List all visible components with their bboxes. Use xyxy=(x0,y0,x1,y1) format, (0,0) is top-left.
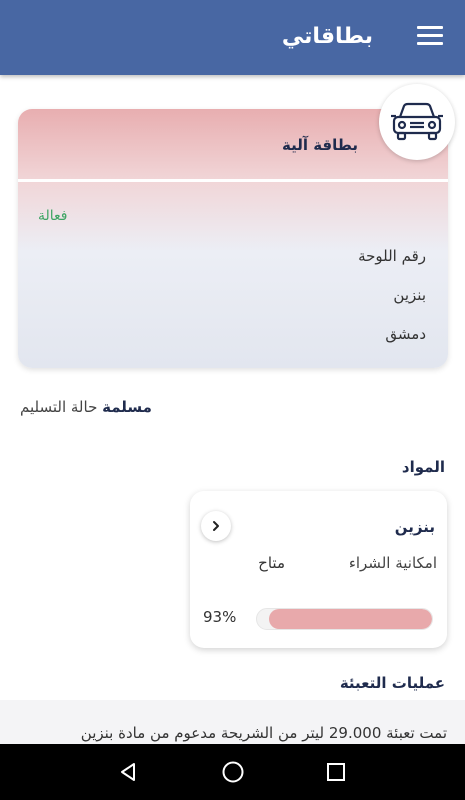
vehicle-card[interactable]: بطاقة آلية فعالة رقم اللوحة بنزين دمشق xyxy=(18,109,448,368)
card-title: بطاقة آلية xyxy=(281,136,358,154)
city: دمشق xyxy=(385,325,426,343)
materials-title: المواد xyxy=(401,458,445,476)
purchase-label: امكانية الشراء xyxy=(348,554,437,572)
material-name: بنزين xyxy=(394,518,435,536)
card-status: فعالة xyxy=(38,208,68,224)
chevron-right-icon[interactable] xyxy=(201,511,231,541)
delivery-status: مسلمة حالة التسليم xyxy=(20,398,160,416)
progress-percent: 93% xyxy=(203,608,237,626)
progress-bar xyxy=(256,608,433,630)
material-card[interactable]: بنزين امكانية الشراء متاح 93% xyxy=(190,491,447,648)
recent-apps-square-icon[interactable] xyxy=(306,744,366,800)
operation-item[interactable]: تمت تعبئة 29.000 ليتر من الشريحة مدعوم م… xyxy=(81,724,447,742)
operations-title: عمليات التعبئة xyxy=(339,674,445,692)
car-icon xyxy=(391,102,443,141)
hamburger-menu-icon[interactable] xyxy=(417,26,443,48)
page-title: بطاقاتي xyxy=(281,24,373,49)
purchase-value: متاح xyxy=(258,554,285,572)
system-nav-bar xyxy=(0,744,465,800)
card-divider xyxy=(18,179,448,182)
operations-list: تمت تعبئة 29.000 ليتر من الشريحة مدعوم م… xyxy=(0,700,465,744)
progress-fill xyxy=(269,609,432,629)
app-bar: بطاقاتي xyxy=(0,0,465,75)
plate-label: رقم اللوحة xyxy=(358,247,426,265)
fuel-type: بنزين xyxy=(393,286,426,304)
home-circle-icon[interactable] xyxy=(203,744,263,800)
car-badge xyxy=(379,84,455,160)
delivery-status-label: حالة التسليم xyxy=(20,398,98,416)
back-triangle-icon[interactable] xyxy=(98,744,158,800)
delivery-status-value: مسلمة xyxy=(102,398,152,416)
